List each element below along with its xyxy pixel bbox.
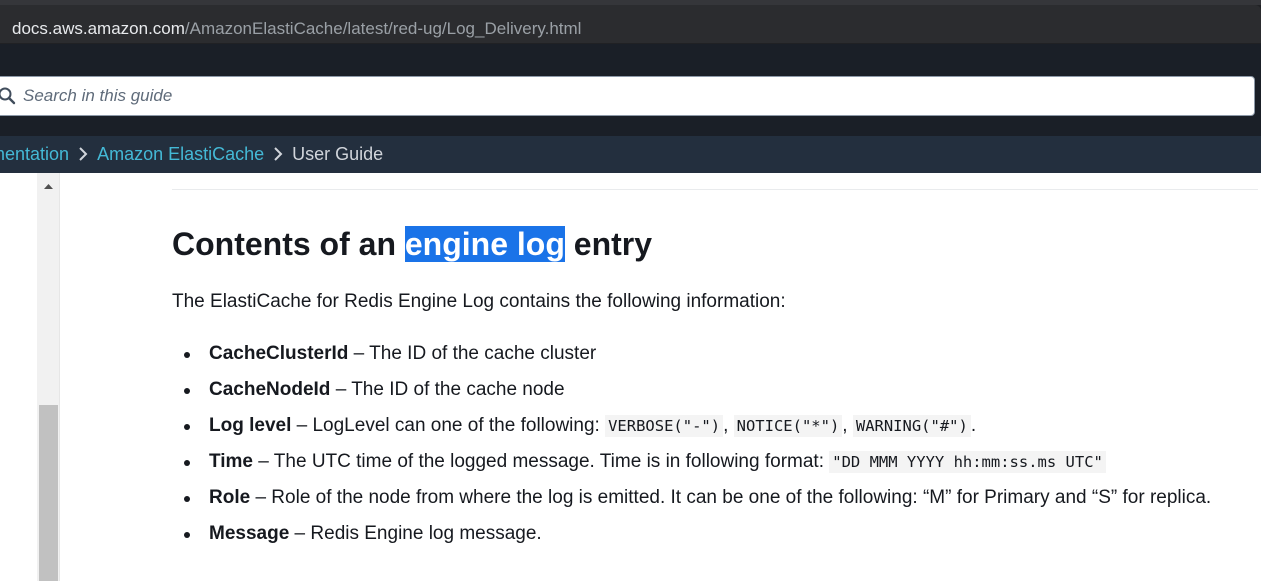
list-item: Log level – LogLevel can one of the foll…	[172, 411, 1252, 441]
search-icon[interactable]	[0, 87, 17, 105]
breadcrumb: mentation Amazon ElastiCache User Guide	[0, 144, 383, 164]
breadcrumb-item-elasticache[interactable]: Amazon ElastiCache	[97, 144, 264, 164]
url-path: /AmazonElastiCache/latest/red-ug/Log_Del…	[184, 19, 582, 38]
chevron-right-icon	[264, 144, 292, 164]
bullet	[184, 388, 190, 394]
field-term: Log level	[209, 415, 292, 436]
list-item: CacheClusterId – The ID of the cache clu…	[172, 339, 1252, 369]
field-term: Role	[209, 487, 251, 508]
field-term: CacheClusterId	[209, 343, 349, 364]
scrollbar-thumb[interactable]	[39, 405, 58, 581]
intro-paragraph: The ElastiCache for Redis Engine Log con…	[172, 291, 786, 312]
list-item: Time – The UTC time of the logged messag…	[172, 447, 1252, 477]
section-divider	[172, 189, 1258, 190]
breadcrumb-item-user-guide: User Guide	[292, 144, 384, 164]
field-description: – The UTC time of the logged message. Ti…	[253, 451, 830, 472]
field-description: – Role of the node from where the log is…	[250, 487, 1212, 508]
chevron-right-icon	[69, 144, 97, 164]
search-input[interactable]	[23, 81, 1223, 111]
bullet	[184, 496, 190, 502]
sidebar-scrollbar[interactable]	[37, 173, 60, 581]
field-description: – LogLevel can one of the following:	[291, 415, 606, 436]
code-separator: ,	[723, 415, 734, 436]
scroll-up-arrow-icon[interactable]	[37, 179, 60, 193]
bullet	[184, 532, 190, 538]
list-item: Message – Redis Engine log message.	[172, 519, 1252, 549]
sentence-end: .	[970, 415, 977, 436]
heading-highlighted-text[interactable]: engine log	[404, 226, 565, 262]
url-host: docs.aws.amazon.com	[12, 19, 185, 38]
bullet	[184, 352, 190, 358]
browser-toolbar: docs.aws.amazon.com/AmazonElastiCache/la…	[0, 0, 1261, 44]
field-description: – The ID of the cache cluster	[348, 343, 597, 364]
bullet	[184, 460, 190, 466]
heading-text-after: entry	[564, 226, 653, 262]
breadcrumb-item-documentation[interactable]: mentation	[0, 144, 69, 164]
bullet	[184, 424, 190, 430]
docs-header	[0, 44, 1261, 136]
code-verbose: VERBOSE("-")	[605, 415, 724, 437]
list-item: CacheNodeId – The ID of the cache node	[172, 375, 1252, 405]
field-term: Time	[209, 451, 254, 472]
url-text[interactable]: docs.aws.amazon.com/AmazonElastiCache/la…	[12, 19, 581, 39]
field-description: – The ID of the cache node	[330, 379, 565, 400]
list-item: Role – Role of the node from where the l…	[172, 483, 1252, 513]
field-list: CacheClusterId – The ID of the cache clu…	[172, 339, 1252, 555]
code-notice: NOTICE("*")	[733, 415, 843, 437]
code-separator: ,	[842, 415, 853, 436]
field-description: – Redis Engine log message.	[289, 523, 542, 544]
heading-text-before: Contents of an	[172, 226, 405, 262]
breadcrumb-bar: mentation Amazon ElastiCache User Guide	[0, 136, 1261, 173]
section-heading: Contents of an engine log entry	[172, 222, 652, 266]
field-term: CacheNodeId	[209, 379, 331, 400]
field-term: Message	[209, 523, 290, 544]
code-warning: WARNING("#")	[852, 415, 971, 437]
address-bar[interactable]: docs.aws.amazon.com/AmazonElastiCache/la…	[0, 5, 1261, 43]
code-time-format: "DD MMM YYYY hh:mm:ss.ms UTC"	[829, 451, 1106, 473]
guide-search-box[interactable]	[0, 76, 1255, 116]
